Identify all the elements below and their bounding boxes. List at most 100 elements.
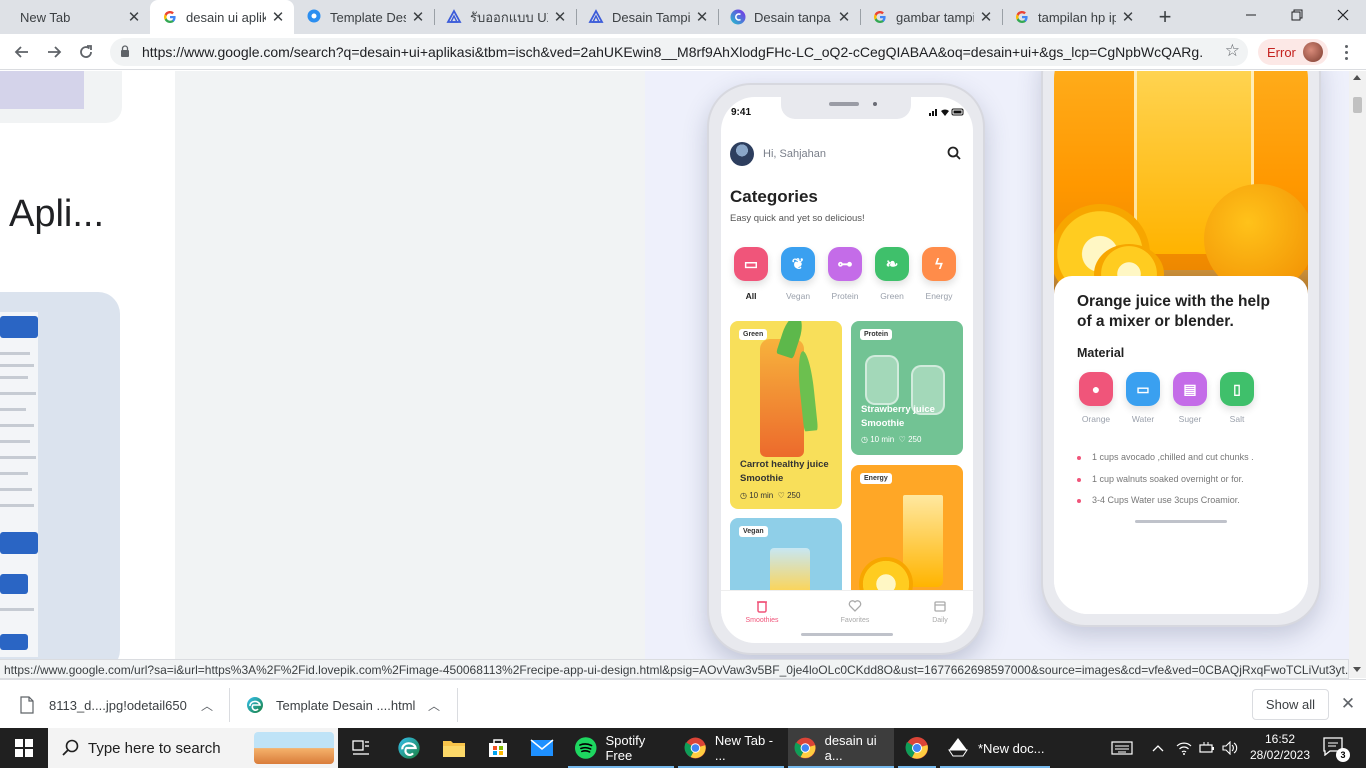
bookmark-star-icon[interactable]: ☆ bbox=[1225, 41, 1240, 61]
start-button[interactable] bbox=[0, 728, 48, 768]
tab-favorites: Favorites bbox=[830, 599, 880, 624]
ingredient-item: 1 cups avocado ,chilled and cut chunks . bbox=[1077, 452, 1254, 462]
download-filename: 8113_d....jpg!odetail650 bbox=[49, 697, 187, 713]
notification-center-icon[interactable]: 3 bbox=[1322, 736, 1350, 762]
forward-button[interactable] bbox=[40, 38, 68, 66]
wifi-icon[interactable] bbox=[1176, 728, 1192, 768]
microsoft-store-icon[interactable] bbox=[484, 734, 512, 762]
close-icon[interactable]: ✕ bbox=[552, 9, 568, 26]
phone-screen: 9:41 Hi, Sahjahan Categories Easy quick … bbox=[721, 97, 973, 643]
reload-button[interactable] bbox=[72, 38, 100, 66]
show-all-button[interactable]: Show all bbox=[1252, 689, 1329, 720]
tab-gambar-tampilan[interactable]: gambar tampil ✕ bbox=[860, 0, 1002, 34]
taskbar-app-label: New Tab - ... bbox=[714, 733, 774, 763]
chevron-up-icon[interactable]: ︿ bbox=[426, 697, 442, 713]
chevron-up-icon[interactable]: ︿ bbox=[199, 697, 215, 713]
recipe-name: Carrot healthy juice Smoothie bbox=[740, 459, 829, 484]
minimize-button[interactable] bbox=[1228, 0, 1274, 30]
clock-time: 16:52 bbox=[1264, 732, 1296, 746]
close-window-button[interactable] bbox=[1320, 0, 1366, 30]
home-indicator bbox=[1135, 520, 1227, 523]
profile-error-button[interactable]: Error bbox=[1258, 39, 1328, 65]
recipe-tag: Energy bbox=[860, 473, 892, 484]
tab-desain-tanpa-judul[interactable]: Desain tanpa ju ✕ bbox=[718, 0, 860, 34]
tab-ux-design[interactable]: รับออกแบบ UX, U ✕ bbox=[434, 0, 576, 34]
browser-menu-icon[interactable] bbox=[1336, 42, 1356, 62]
scroll-down-arrow-icon[interactable] bbox=[1353, 667, 1361, 672]
chevron-up-icon[interactable] bbox=[1152, 728, 1164, 768]
tab-label: Template Desa bbox=[330, 9, 406, 25]
leaf-icon: ❧ bbox=[875, 247, 909, 281]
task-view-icon[interactable] bbox=[347, 734, 375, 762]
category-label: Energy bbox=[925, 291, 953, 301]
close-icon[interactable]: ✕ bbox=[270, 9, 286, 26]
notification-count: 3 bbox=[1336, 748, 1350, 762]
mail-icon[interactable] bbox=[528, 734, 556, 762]
recipe-name: Strawberry juice Smoothie bbox=[861, 404, 935, 429]
page-scrollbar[interactable] bbox=[1349, 71, 1366, 678]
search-icon bbox=[947, 146, 961, 160]
address-bar[interactable]: https://www.google.com/search?q=desain+u… bbox=[110, 38, 1248, 66]
taskbar-search-box[interactable]: Type here to search bbox=[48, 728, 338, 768]
close-icon[interactable]: ✕ bbox=[978, 9, 994, 26]
edge-icon[interactable] bbox=[395, 734, 423, 762]
smoothie-jar-image bbox=[760, 339, 804, 457]
chrome-icon bbox=[684, 737, 706, 759]
fruit-icon: ● bbox=[1079, 372, 1113, 406]
close-icon[interactable]: ✕ bbox=[836, 9, 852, 26]
result-thumbnail-image bbox=[0, 71, 84, 109]
close-icon[interactable]: ✕ bbox=[694, 9, 710, 26]
chrome-icon bbox=[794, 737, 816, 759]
taskbar-app-spotify[interactable]: Spotify Free bbox=[568, 728, 674, 768]
download-item[interactable]: 8113_d....jpg!odetail650 bbox=[20, 688, 216, 722]
tab-template-desain[interactable]: Template Desa ✕ bbox=[294, 0, 434, 34]
scrollbar-thumb[interactable] bbox=[1353, 97, 1362, 113]
back-button[interactable] bbox=[8, 38, 36, 66]
tab-label: desain ui aplik bbox=[186, 9, 266, 25]
juice-glass-image bbox=[770, 548, 810, 594]
tab-label: Desain Tampila bbox=[612, 9, 690, 25]
tab-tampilan-hp[interactable]: tampilan hp ip ✕ bbox=[1002, 0, 1144, 34]
taskbar-app-chrome[interactable] bbox=[898, 728, 936, 768]
close-icon[interactable]: ✕ bbox=[126, 9, 142, 26]
file-icon bbox=[20, 696, 34, 714]
battery-plug-icon[interactable] bbox=[1199, 728, 1217, 768]
lock-icon[interactable] bbox=[120, 45, 130, 57]
taskbar-app-chrome-desain-ui[interactable]: desain ui a... bbox=[788, 728, 894, 768]
volume-icon[interactable] bbox=[1222, 728, 1238, 768]
tab-desain-tampilan[interactable]: Desain Tampila ✕ bbox=[576, 0, 718, 34]
result-thumbnail-card[interactable] bbox=[0, 292, 120, 659]
recipe-tag: Vegan bbox=[739, 526, 768, 537]
result-thumbnail-card[interactable] bbox=[0, 71, 122, 123]
search-icon bbox=[62, 739, 79, 756]
result-title[interactable]: Apli... bbox=[9, 193, 104, 236]
forward-arrow-icon bbox=[48, 46, 62, 58]
tab-separator bbox=[860, 9, 861, 25]
restore-button[interactable] bbox=[1274, 0, 1320, 30]
taskbar-app-chrome-new-tab[interactable]: New Tab - ... bbox=[678, 728, 784, 768]
keyboard-icon[interactable] bbox=[1111, 728, 1133, 768]
windows-taskbar: Type here to search Spotify Free New Tab… bbox=[0, 728, 1366, 768]
taskbar-app-inkscape[interactable]: *New doc... bbox=[940, 728, 1050, 768]
close-icon[interactable]: ✕ bbox=[1338, 694, 1358, 714]
home-indicator bbox=[801, 633, 893, 636]
download-item[interactable]: Template Desain ....html bbox=[246, 688, 442, 722]
triangle-logo-icon bbox=[588, 9, 604, 25]
close-icon[interactable]: ✕ bbox=[1120, 9, 1136, 26]
download-bar: 8113_d....jpg!odetail650 ︿ Template Desa… bbox=[0, 679, 1366, 729]
recipe-meta: ◷ 10 min ♡ 250 bbox=[740, 491, 801, 500]
clock-date: 28/02/2023 bbox=[1249, 748, 1311, 762]
new-tab-button[interactable]: + bbox=[1153, 4, 1177, 29]
scroll-up-arrow-icon[interactable] bbox=[1353, 75, 1361, 80]
close-icon[interactable]: ✕ bbox=[410, 9, 426, 26]
taskbar-clock[interactable]: 16:52 28/02/2023 bbox=[1244, 731, 1316, 763]
tab-desain-ui-aplikasi[interactable]: desain ui aplik ✕ bbox=[150, 0, 294, 34]
categories-subtitle: Easy quick and yet so delicious! bbox=[730, 213, 865, 224]
tab-new-tab[interactable]: New Tab ✕ bbox=[8, 0, 150, 34]
url-text[interactable]: https://www.google.com/search?q=desain+u… bbox=[142, 44, 1202, 60]
phone-mockup-categories: 9:41 Hi, Sahjahan Categories Easy quick … bbox=[707, 83, 985, 655]
tab-label: Smoothies bbox=[745, 617, 779, 624]
material-label: Suger bbox=[1178, 414, 1202, 424]
cup-icon bbox=[757, 601, 767, 613]
file-explorer-icon[interactable] bbox=[440, 734, 468, 762]
